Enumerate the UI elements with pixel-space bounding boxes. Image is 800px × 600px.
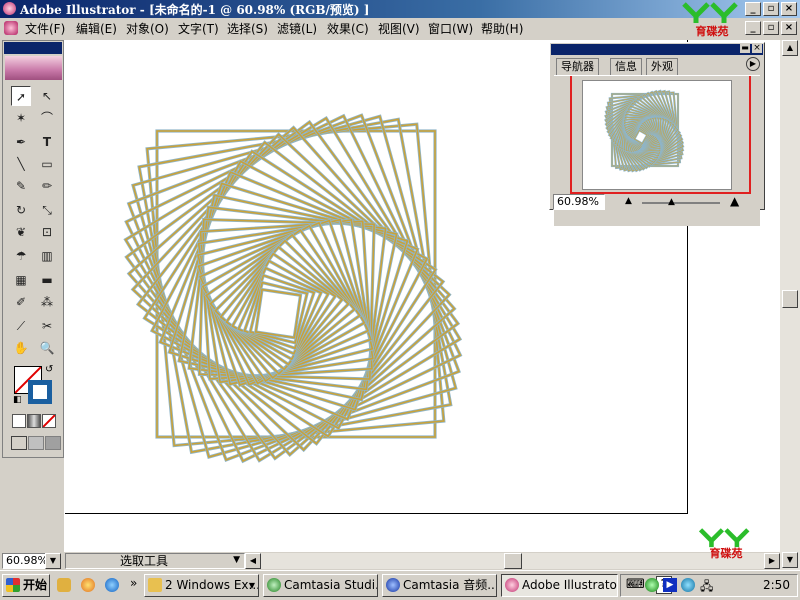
task-windows-explorer[interactable]: 2 Windows Ex... ▼ xyxy=(144,574,259,597)
zoom-dropdown-button[interactable]: ▼ xyxy=(45,553,61,569)
tray-green-icon[interactable] xyxy=(645,578,659,592)
watermark-logo-bottom: 育碟苑 xyxy=(696,528,756,564)
blend-tool-icon[interactable]: ⁂ xyxy=(37,292,57,312)
tray-expand-icon[interactable]: « xyxy=(627,577,634,591)
navigator-palette: ▬ × 导航器 信息 外观 ▶ 60.98% ▲ ▲ ▲ xyxy=(549,42,765,226)
rectangle-tool-icon[interactable]: ▭ xyxy=(37,154,57,174)
task-camtasia-audio[interactable]: Camtasia 音频... xyxy=(382,574,497,597)
slice-tool-icon[interactable]: ⟋ xyxy=(11,316,31,336)
toolbox-titlebar[interactable] xyxy=(4,42,62,54)
quicklaunch-app-icon[interactable] xyxy=(81,578,95,592)
paintbrush-icon[interactable]: ✎ xyxy=(11,176,31,196)
full-screen-mode-icon[interactable] xyxy=(45,436,61,450)
mesh-tool-icon[interactable]: ▦ xyxy=(11,270,31,290)
hand-tool-icon[interactable]: ✋ xyxy=(11,338,31,358)
graph-tool-icon[interactable]: ▥ xyxy=(37,246,57,266)
quicklaunch-browser-icon[interactable] xyxy=(105,578,119,592)
full-screen-menu-mode-icon[interactable] xyxy=(28,436,44,450)
zoom-field[interactable]: 60.98% xyxy=(2,553,48,569)
clock: 2:50 xyxy=(763,578,790,592)
vertical-scrollbar[interactable]: ▲ ▼ xyxy=(780,40,800,570)
tray-globe-icon[interactable] xyxy=(681,578,695,592)
windows-logo-icon xyxy=(6,578,20,592)
pencil-icon[interactable]: ✏ xyxy=(37,176,57,196)
horizontal-scroll-thumb[interactable] xyxy=(504,553,522,569)
line-tool-icon[interactable]: ╲ xyxy=(11,154,31,174)
selection-tool-icon[interactable]: ➚ xyxy=(11,86,31,106)
standard-screen-mode-icon[interactable] xyxy=(11,436,27,450)
scroll-left-button[interactable]: ◀ xyxy=(245,553,261,569)
taskbar-chevron-icon[interactable]: » xyxy=(130,576,137,590)
quicklaunch-desktop-icon[interactable] xyxy=(57,578,71,592)
tab-info[interactable]: 信息 xyxy=(610,58,642,75)
scissors-icon[interactable]: ✂ xyxy=(37,316,57,336)
tray-network-icon[interactable]: 🖧 xyxy=(700,577,713,598)
swap-fill-stroke-icon[interactable]: ↺ xyxy=(45,364,53,375)
lasso-icon[interactable]: ⌒ xyxy=(37,108,57,128)
spiral-rect xyxy=(253,287,303,340)
type-tool-icon[interactable]: T xyxy=(37,132,57,152)
illustrator-flower-icon xyxy=(505,578,519,592)
zoom-out-icon[interactable]: ▲ xyxy=(625,196,632,206)
status-bar: 60.98% ▼ 选取工具 ▼ ◀ ▶ xyxy=(0,552,780,570)
taskbar: 开始 » 2 Windows Ex... ▼ Camtasia Studi...… xyxy=(0,570,800,600)
navigator-thumbnail xyxy=(604,89,685,173)
warp-tool-icon[interactable]: ❦ xyxy=(11,222,31,242)
navigator-titlebar[interactable] xyxy=(551,44,763,55)
status-dropdown-icon[interactable]: ▼ xyxy=(233,555,240,565)
tab-appearance[interactable]: 外观 xyxy=(646,58,678,75)
scale-tool-icon[interactable]: ⤡ xyxy=(37,200,57,220)
direct-selection-tool-icon[interactable]: ↖ xyxy=(37,86,57,106)
toolbox-logo[interactable] xyxy=(5,56,62,80)
folder-icon xyxy=(148,578,162,592)
tray-play-icon[interactable]: ▶ xyxy=(663,578,677,592)
start-label: 开始 xyxy=(23,578,48,592)
magic-wand-icon[interactable]: ✶ xyxy=(11,108,31,128)
zoom-slider[interactable] xyxy=(642,202,720,204)
zoom-slider-thumb[interactable]: ▲ xyxy=(668,197,675,207)
scroll-up-button[interactable]: ▲ xyxy=(782,40,798,56)
toolbox: ➚ ↖ ✶ ⌒ ✒ T ╲ ▭ ✎ ✏ ↻ ⤡ ❦ ⊡ ☂ ▥ ▦ ▬ ✐ ⁂ … xyxy=(2,40,64,458)
scroll-down-button[interactable]: ▼ xyxy=(782,552,798,568)
zoom-tool-icon[interactable]: 🔍 xyxy=(37,338,57,358)
status-tool-field[interactable]: 选取工具 ▼ xyxy=(65,553,245,569)
default-colors-icon[interactable]: ◧ xyxy=(13,395,22,405)
symbol-sprayer-icon[interactable]: ☂ xyxy=(11,246,31,266)
navigator-zoom-field[interactable]: 60.98% xyxy=(553,194,605,210)
horizontal-scrollbar[interactable] xyxy=(261,553,764,569)
stroke-swatch[interactable] xyxy=(28,380,52,404)
status-tool-label: 选取工具 xyxy=(120,554,169,568)
pen-tool-icon[interactable]: ✒ xyxy=(11,132,31,152)
eyedropper-icon[interactable]: ✐ xyxy=(11,292,31,312)
task-camtasia-studio[interactable]: Camtasia Studi... xyxy=(263,574,378,597)
gradient-mode-button[interactable] xyxy=(27,414,41,428)
system-tray: « ▶ 🖧 2:50 xyxy=(620,574,798,597)
camtasia-icon xyxy=(267,578,281,592)
navigator-minimize-icon[interactable]: ▬ xyxy=(740,44,750,53)
start-button[interactable]: 开始 xyxy=(2,574,50,597)
scroll-thumb[interactable] xyxy=(782,290,798,308)
zoom-in-icon[interactable]: ▲ xyxy=(730,194,739,208)
none-mode-button[interactable] xyxy=(42,414,56,428)
navigator-close-icon[interactable]: × xyxy=(752,44,762,53)
rotate-tool-icon[interactable]: ↻ xyxy=(11,200,31,220)
scroll-right-button[interactable]: ▶ xyxy=(764,553,780,569)
tab-navigator[interactable]: 导航器 xyxy=(556,58,599,75)
free-transform-icon[interactable]: ⊡ xyxy=(37,222,57,242)
color-mode-button[interactable] xyxy=(12,414,26,428)
task-group-arrow-icon: ▼ xyxy=(248,581,255,590)
camtasia-audio-icon xyxy=(386,578,400,592)
task-adobe-illustrator[interactable]: Adobe Illustrato... xyxy=(501,574,618,597)
palette-menu-icon[interactable]: ▶ xyxy=(746,57,760,71)
gradient-tool-icon[interactable]: ▬ xyxy=(37,270,57,290)
